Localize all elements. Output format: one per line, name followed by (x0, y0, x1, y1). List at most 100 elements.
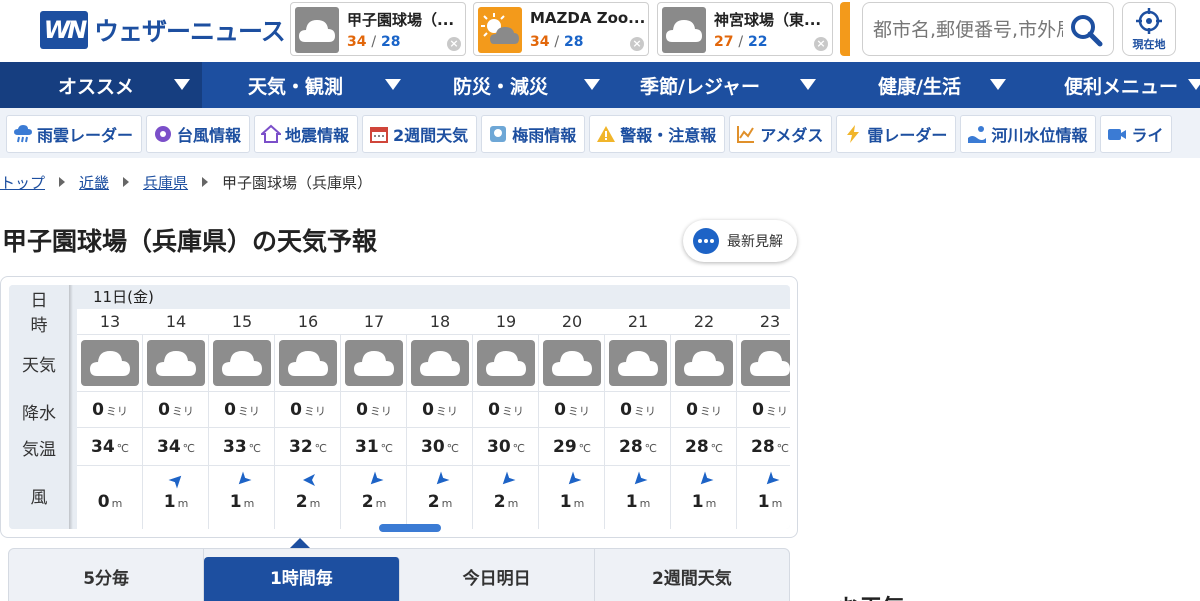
wind-direction-arrow-icon (700, 471, 714, 485)
forecast-wind: 1m (209, 465, 275, 529)
wind-value: 2 (493, 492, 506, 512)
cloudy-icon (477, 340, 535, 386)
temp-value: 30 (486, 437, 511, 457)
search-box (862, 2, 1114, 56)
rain-value: 0 (92, 400, 104, 420)
breadcrumb-region[interactable]: 近畿 (79, 172, 109, 193)
nav-label: 健康/生活 (878, 75, 961, 98)
cloudy-icon (543, 340, 601, 386)
search-icon[interactable] (1069, 13, 1103, 47)
rain-value: 0 (224, 400, 236, 420)
tab-hourly[interactable]: 1時間毎 (204, 557, 400, 601)
wind-unit: m (375, 497, 387, 510)
nav-disaster-prevention[interactable]: 防災・減災 (413, 62, 612, 108)
temp-unit: ℃ (116, 442, 130, 455)
forecast-rain: 0 ミリ (737, 391, 790, 427)
horizontal-scrollbar-thumb[interactable] (379, 524, 441, 532)
favorite-name: 甲子園球場（... (347, 11, 455, 29)
wind-value: 1 (757, 492, 770, 512)
forecast-rain: 0 ミリ (407, 391, 473, 427)
nav-season-leisure[interactable]: 季節/レジャー (612, 62, 828, 108)
search-input[interactable] (873, 11, 1063, 49)
link-river-level[interactable]: 河川水位情報 (960, 115, 1097, 153)
tab-5min[interactable]: 5分毎 (9, 549, 205, 601)
rain-unit: ミリ (501, 405, 524, 418)
camera-icon (1108, 129, 1127, 140)
wind-value: 1 (625, 492, 638, 512)
wind-value: 1 (229, 492, 242, 512)
forecast-rain: 0 ミリ (341, 391, 407, 427)
wind-unit: m (639, 497, 651, 510)
hourly-forecast-scroll-area[interactable]: 11日(金) 13 0 ミリ 34 ℃ 0 m 14 0 ミリ 34 ℃ 1 m 15 0 ミリ 33 ℃ 1 m 16 0… (77, 285, 790, 529)
favorite-card-partial[interactable] (840, 2, 850, 56)
current-location-button[interactable]: 現在地 (1122, 2, 1176, 56)
tab-2week[interactable]: 2週間天気 (595, 549, 789, 601)
logo-text: ウェザーニュース (94, 17, 286, 46)
cloudy-icon (675, 340, 733, 386)
wind-unit: m (111, 497, 123, 510)
favorite-temps: 34 / 28 (347, 34, 400, 50)
link-earthquake[interactable]: 地震情報 (254, 115, 359, 153)
wind-unit: m (507, 497, 519, 510)
breadcrumb-prefecture[interactable]: 兵庫県 (143, 172, 188, 193)
nav-weather-observation[interactable]: 天気・観測 (202, 62, 413, 108)
wind-speed: 2m (341, 492, 407, 512)
forecast-hour-column: 23 0 ミリ 28 ℃ 1 m (737, 309, 790, 529)
calendar-icon (370, 127, 389, 143)
rain-value: 0 (554, 400, 566, 420)
row-label-hour: 時 (30, 316, 48, 336)
row-label-weather: 天気 (22, 356, 56, 376)
nav-recommended[interactable]: オススメ (0, 62, 202, 108)
forecast-wind: 1m (605, 465, 671, 529)
row-label-day: 日 (30, 291, 48, 311)
row-label-column: 日 時 天気 降水 気温 風 (9, 285, 69, 529)
forecast-rain: 0 ミリ (275, 391, 341, 427)
remove-favorite-icon[interactable]: × (814, 37, 828, 51)
temp-unit: ℃ (182, 442, 196, 455)
link-live-camera[interactable]: ライ (1100, 115, 1173, 153)
caret-down-icon (385, 79, 401, 90)
temp-value: 33 (222, 437, 247, 457)
link-lightning-radar[interactable]: 雷レーダー (836, 115, 957, 153)
forecast-day: 11日(金) (77, 285, 790, 309)
link-typhoon[interactable]: 台風情報 (146, 115, 251, 153)
link-2week-weather[interactable]: 2週間天気 (362, 115, 478, 153)
wind-speed: 1m (671, 492, 737, 512)
tab-today-tomorrow[interactable]: 今日明日 (400, 549, 595, 601)
temp-value: 34 (156, 437, 181, 457)
link-amedas[interactable]: アメダス (729, 115, 833, 153)
link-rain-radar[interactable]: 雨雲レーダー (6, 115, 143, 153)
forecast-wind: 2m (407, 465, 473, 529)
forecast-rain: 0 ミリ (539, 391, 605, 427)
forecast-wind: 0m (77, 465, 143, 529)
wind-speed: 1m (539, 492, 605, 512)
nav-useful-menu[interactable]: 便利メニュー (1018, 62, 1200, 108)
wind-value: 2 (361, 492, 374, 512)
breadcrumb-current: 甲子園球場（兵庫県） (222, 173, 373, 192)
remove-favorite-icon[interactable]: × (447, 37, 461, 51)
favorite-location-card[interactable]: 甲子園球場（... 34 / 28 × (290, 2, 466, 56)
nav-health-life[interactable]: 健康/生活 (828, 62, 1018, 108)
wind-direction-arrow-icon (766, 471, 780, 485)
favorite-location-card[interactable]: MAZDA Zoo... 34 / 28 × (473, 2, 649, 56)
site-logo[interactable]: WN ウェザーニュース (40, 9, 286, 51)
cloudy-icon (411, 340, 469, 386)
forecast-hour-column: 17 0 ミリ 31 ℃ 2 m (341, 309, 407, 529)
forecast-hour: 21 (605, 309, 671, 335)
high-temp: 27 (714, 34, 734, 50)
latest-commentary-button[interactable]: 最新見解 (683, 220, 797, 262)
high-temp: 34 (347, 34, 367, 50)
forecast-hour: 14 (143, 309, 209, 335)
remove-favorite-icon[interactable]: × (630, 37, 644, 51)
sunny-cloudy-icon (478, 7, 522, 53)
breadcrumb-top[interactable]: トップ (0, 172, 45, 193)
link-warnings[interactable]: 警報・注意報 (589, 115, 726, 153)
favorite-temps: 34 / 28 (530, 34, 583, 50)
forecast-wind: 2m (275, 465, 341, 529)
favorite-location-card[interactable]: 神宮球場（東... 27 / 22 × (657, 2, 833, 56)
link-rainy-season[interactable]: 梅雨情報 (481, 115, 586, 153)
temp-unit: ℃ (578, 442, 592, 455)
forecast-interval-tabs: 5分毎 1時間毎 今日明日 2週間天気 (8, 548, 790, 601)
wind-speed: 1m (605, 492, 671, 512)
nav-label: オススメ (58, 75, 135, 98)
